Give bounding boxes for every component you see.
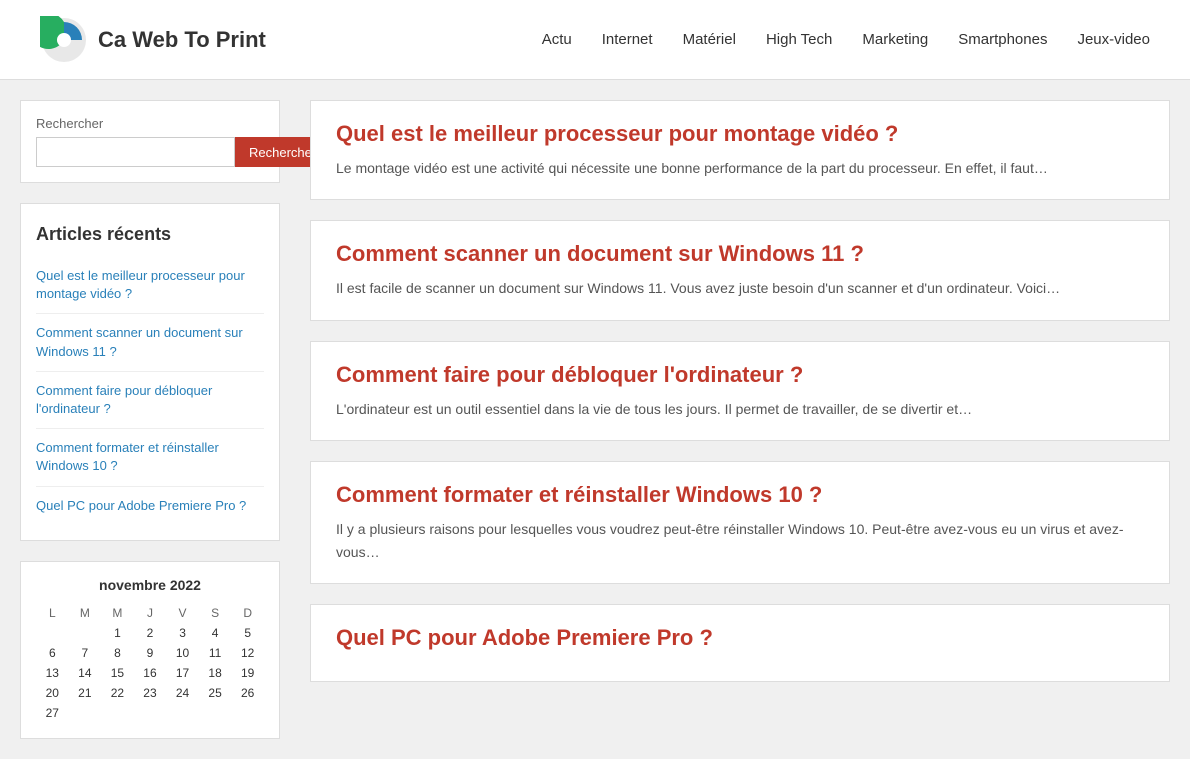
article-card: Comment formater et réinstaller Windows … bbox=[310, 461, 1170, 584]
recent-articles-title: Articles récents bbox=[36, 224, 264, 245]
calendar-day bbox=[69, 623, 102, 643]
article-title[interactable]: Quel est le meilleur processeur pour mon… bbox=[336, 121, 1144, 147]
calendar-day-header: L bbox=[36, 603, 69, 623]
calendar-day[interactable]: 25 bbox=[199, 683, 232, 703]
calendar-tbody: 1234567891011121314151617181920212223242… bbox=[36, 623, 264, 723]
calendar-day[interactable]: 26 bbox=[231, 683, 264, 703]
calendar-day[interactable]: 6 bbox=[36, 643, 69, 663]
calendar-day bbox=[166, 703, 199, 723]
calendar-day[interactable]: 4 bbox=[199, 623, 232, 643]
recent-article-link[interactable]: Quel est le meilleur processeur pour mon… bbox=[36, 268, 245, 301]
calendar-day[interactable]: 17 bbox=[166, 663, 199, 683]
nav-item-materiel[interactable]: Matériel bbox=[683, 31, 736, 48]
header: Ca Web To Print Actu Internet Matériel High… bbox=[0, 0, 1190, 80]
calendar-day-header: J bbox=[134, 603, 167, 623]
calendar-day bbox=[134, 703, 167, 723]
calendar-day[interactable]: 1 bbox=[101, 623, 134, 643]
calendar-day-header: S bbox=[199, 603, 232, 623]
logo-link[interactable]: Ca Web To Print bbox=[40, 16, 266, 64]
article-excerpt: Le montage vidéo est une activité qui né… bbox=[336, 157, 1144, 179]
calendar-day[interactable]: 21 bbox=[69, 683, 102, 703]
calendar-day-header: D bbox=[231, 603, 264, 623]
sidebar: Rechercher Rechercher Articles récents Q… bbox=[20, 100, 280, 739]
logo-icon bbox=[40, 16, 88, 64]
calendar-day[interactable]: 13 bbox=[36, 663, 69, 683]
article-card: Comment faire pour débloquer l'ordinateu… bbox=[310, 341, 1170, 441]
calendar-day[interactable]: 20 bbox=[36, 683, 69, 703]
recent-article-item: Comment faire pour débloquer l'ordinateu… bbox=[36, 372, 264, 429]
calendar-day-header: M bbox=[101, 603, 134, 623]
recent-article-item: Quel est le meilleur processeur pour mon… bbox=[36, 257, 264, 314]
nav-item-jeuxvideo[interactable]: Jeux-video bbox=[1077, 31, 1150, 48]
calendar-day[interactable]: 15 bbox=[101, 663, 134, 683]
calendar-day[interactable]: 2 bbox=[134, 623, 167, 643]
calendar-day[interactable]: 16 bbox=[134, 663, 167, 683]
calendar-day[interactable]: 23 bbox=[134, 683, 167, 703]
search-section: Rechercher Rechercher bbox=[20, 100, 280, 183]
calendar-day bbox=[101, 703, 134, 723]
recent-articles-list: Quel est le meilleur processeur pour mon… bbox=[36, 257, 264, 525]
articles-list: Quel est le meilleur processeur pour mon… bbox=[310, 100, 1170, 682]
calendar-day[interactable]: 14 bbox=[69, 663, 102, 683]
article-title[interactable]: Comment scanner un document sur Windows … bbox=[336, 241, 1144, 267]
calendar-day[interactable]: 8 bbox=[101, 643, 134, 663]
article-card: Quel PC pour Adobe Premiere Pro ? bbox=[310, 604, 1170, 682]
calendar-day[interactable]: 5 bbox=[231, 623, 264, 643]
layout: Rechercher Rechercher Articles récents Q… bbox=[0, 80, 1190, 759]
recent-article-item: Quel PC pour Adobe Premiere Pro ? bbox=[36, 487, 264, 525]
search-label: Rechercher bbox=[36, 116, 264, 131]
calendar-day bbox=[36, 623, 69, 643]
calendar-title: novembre 2022 bbox=[36, 577, 264, 593]
calendar-day[interactable]: 12 bbox=[231, 643, 264, 663]
nav-item-hightech[interactable]: High Tech bbox=[766, 31, 832, 48]
recent-article-link[interactable]: Comment scanner un document sur Windows … bbox=[36, 325, 243, 358]
search-input[interactable] bbox=[36, 137, 235, 167]
calendar-day bbox=[69, 703, 102, 723]
article-excerpt: L'ordinateur est un outil essentiel dans… bbox=[336, 398, 1144, 420]
article-card: Quel est le meilleur processeur pour mon… bbox=[310, 100, 1170, 200]
main-content: Quel est le meilleur processeur pour mon… bbox=[310, 100, 1170, 739]
logo-text: Ca Web To Print bbox=[98, 27, 266, 53]
search-row: Rechercher bbox=[36, 137, 264, 167]
main-nav: Actu Internet Matériel High Tech Marketing Sm… bbox=[542, 31, 1150, 48]
recent-article-item: Comment formater et réinstaller Windows … bbox=[36, 429, 264, 486]
calendar-day[interactable]: 11 bbox=[199, 643, 232, 663]
calendar-day[interactable]: 24 bbox=[166, 683, 199, 703]
recent-articles-section: Articles récents Quel est le meilleur pr… bbox=[20, 203, 280, 541]
calendar-section: novembre 2022 LMMJVSD 123456789101112131… bbox=[20, 561, 280, 739]
article-card: Comment scanner un document sur Windows … bbox=[310, 220, 1170, 320]
article-title[interactable]: Comment faire pour débloquer l'ordinateu… bbox=[336, 362, 1144, 388]
article-excerpt: Il est facile de scanner un document sur… bbox=[336, 277, 1144, 299]
calendar-day bbox=[199, 703, 232, 723]
nav-item-smartphones[interactable]: Smartphones bbox=[958, 31, 1047, 48]
calendar-thead: LMMJVSD bbox=[36, 603, 264, 623]
calendar-day[interactable]: 3 bbox=[166, 623, 199, 643]
article-title[interactable]: Comment formater et réinstaller Windows … bbox=[336, 482, 1144, 508]
calendar-day-header: V bbox=[166, 603, 199, 623]
nav-item-marketing[interactable]: Marketing bbox=[862, 31, 928, 48]
calendar-day[interactable]: 27 bbox=[36, 703, 69, 723]
calendar-day[interactable]: 9 bbox=[134, 643, 167, 663]
nav-item-internet[interactable]: Internet bbox=[602, 31, 653, 48]
calendar-day[interactable]: 19 bbox=[231, 663, 264, 683]
calendar-day bbox=[231, 703, 264, 723]
nav-item-actu[interactable]: Actu bbox=[542, 31, 572, 48]
calendar-day[interactable]: 10 bbox=[166, 643, 199, 663]
recent-article-link[interactable]: Comment formater et réinstaller Windows … bbox=[36, 440, 219, 473]
calendar-day[interactable]: 7 bbox=[69, 643, 102, 663]
calendar-day[interactable]: 18 bbox=[199, 663, 232, 683]
recent-article-item: Comment scanner un document sur Windows … bbox=[36, 314, 264, 371]
calendar-day-header: M bbox=[69, 603, 102, 623]
recent-article-link[interactable]: Comment faire pour débloquer l'ordinateu… bbox=[36, 383, 212, 416]
article-excerpt: Il y a plusieurs raisons pour lesquelles… bbox=[336, 518, 1144, 563]
article-title[interactable]: Quel PC pour Adobe Premiere Pro ? bbox=[336, 625, 1144, 651]
recent-article-link[interactable]: Quel PC pour Adobe Premiere Pro ? bbox=[36, 498, 246, 513]
calendar-table: LMMJVSD 12345678910111213141516171819202… bbox=[36, 603, 264, 723]
calendar-day[interactable]: 22 bbox=[101, 683, 134, 703]
